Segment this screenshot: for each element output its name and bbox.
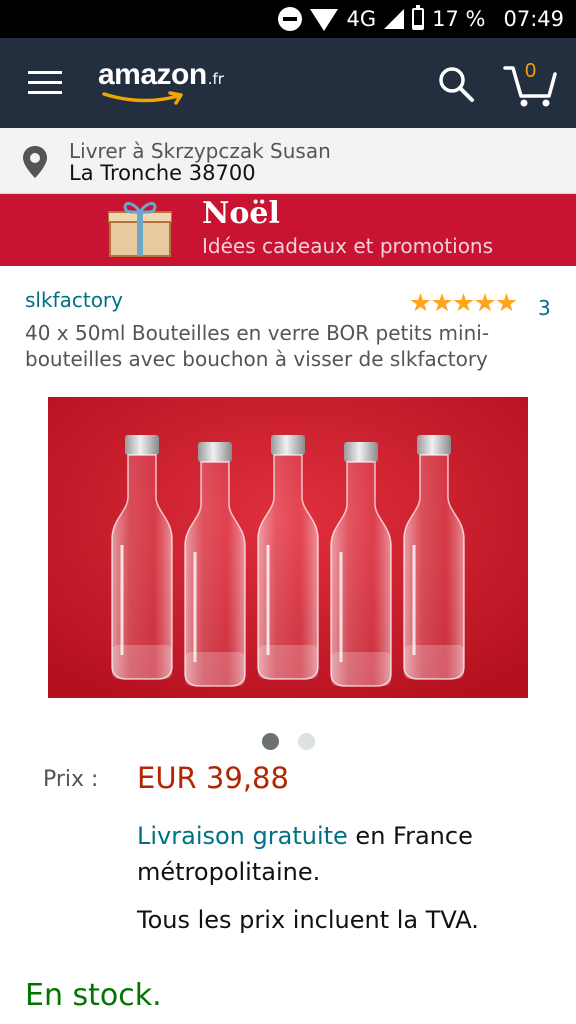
product-image[interactable]: [48, 397, 528, 698]
status-bar: 4G 17 % 07:49: [0, 0, 576, 38]
logo-text: amazon: [98, 58, 207, 91]
star-icon: [453, 293, 474, 312]
free-shipping-link[interactable]: Livraison gratuite: [137, 822, 348, 850]
gift-icon: [108, 202, 172, 257]
battery-icon: [412, 5, 425, 30]
star-icon: [474, 293, 496, 312]
price-label: Prix :: [43, 767, 99, 792]
carousel-dot[interactable]: [298, 733, 315, 750]
logo-suffix: .fr: [207, 70, 224, 88]
cart-icon[interactable]: 0: [503, 60, 557, 108]
network-type: 4G: [346, 7, 377, 31]
amazon-logo[interactable]: amazon.fr: [98, 58, 224, 105]
cart-count: 0: [525, 60, 537, 82]
wifi-icon: [310, 9, 339, 31]
price-value: EUR 39,88: [137, 761, 289, 795]
carousel-dot-active[interactable]: [262, 733, 279, 750]
battery-level: 17 %: [432, 7, 486, 31]
star-rating[interactable]: [410, 293, 518, 313]
star-icon: [496, 293, 517, 312]
vat-note: Tous les prix incluent la TVA.: [137, 906, 479, 934]
location-pin-icon: [23, 146, 47, 178]
delivery-address: La Tronche 38700: [69, 161, 256, 185]
signal-icon: [384, 9, 405, 29]
holiday-promo-banner[interactable]: Noël Idées cadeaux et promotions: [0, 194, 576, 266]
menu-icon[interactable]: [28, 71, 62, 95]
image-carousel-dots: [262, 733, 334, 750]
rating-count[interactable]: 3: [538, 296, 551, 320]
search-icon[interactable]: [437, 65, 475, 103]
clock: 07:49: [503, 7, 564, 31]
star-icon: [431, 293, 453, 312]
stock-status: En stock.: [25, 978, 162, 1013]
star-icon: [410, 293, 431, 312]
app-header: amazon.fr 0: [0, 38, 576, 128]
brand-link[interactable]: slkfactory: [25, 288, 123, 312]
logo-smile-icon: [102, 91, 183, 105]
delivery-label: Livrer à Skrzypczak Susan: [69, 139, 331, 163]
banner-title: Noël: [202, 196, 280, 231]
product-title: 40 x 50ml Bouteilles en verre BOR petits…: [25, 321, 490, 371]
shipping-info: Livraison gratuite en France métropolita…: [137, 818, 557, 890]
delivery-location-bar[interactable]: Livrer à Skrzypczak Susan La Tronche 387…: [0, 128, 576, 194]
do-not-disturb-icon: [278, 7, 303, 31]
banner-subtitle: Idées cadeaux et promotions: [202, 234, 494, 258]
